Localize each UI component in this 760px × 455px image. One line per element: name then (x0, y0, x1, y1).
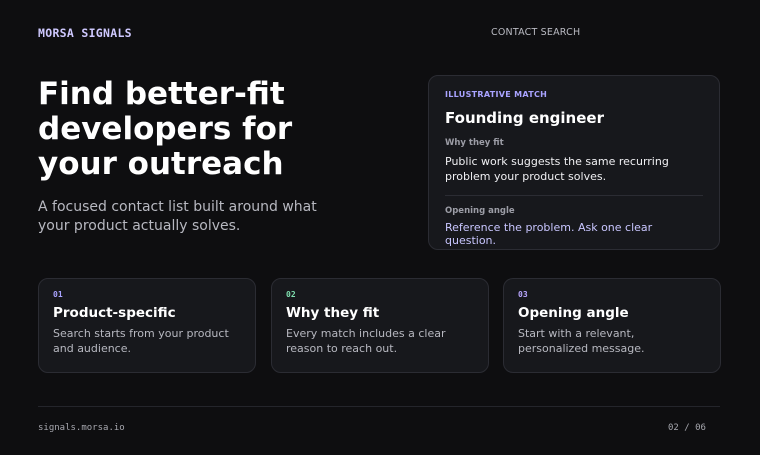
page-indicator: 02 / 06 (668, 423, 706, 433)
brand-logo[interactable]: MORSA SIGNALS (38, 26, 132, 40)
feature-title: Why they fit (286, 305, 380, 321)
feature-number: 03 (518, 290, 528, 299)
feature-text: Every match includes a clear reason to r… (286, 327, 446, 355)
feature-text: Search starts from your product and audi… (53, 327, 229, 355)
match-why-label: Why they fit (445, 138, 504, 148)
match-title: Founding engineer (445, 109, 604, 127)
hero-subtitle: A focused contact list built around what… (38, 199, 317, 234)
hero-title: Find better-fit developers for your outr… (38, 76, 293, 182)
match-angle-label: Opening angle (445, 206, 515, 216)
feature-card-why-they-fit: 02 Why they fit Every match includes a c… (271, 278, 489, 373)
feature-number: 01 (53, 290, 63, 299)
match-why-text: Public work suggests the same recurring … (445, 155, 669, 183)
feature-card-product-specific: 01 Product-specific Search starts from y… (38, 278, 256, 373)
feature-card-opening-angle: 03 Opening angle Start with a relevant, … (503, 278, 721, 373)
match-card: ILLUSTRATIVE MATCH Founding engineer Why… (428, 75, 720, 250)
footer-divider (38, 406, 720, 407)
feature-title: Product-specific (53, 305, 176, 321)
feature-text: Start with a relevant, personalized mess… (518, 327, 645, 355)
match-divider (445, 195, 703, 196)
feature-number: 02 (286, 290, 296, 299)
nav-contact-search[interactable]: CONTACT SEARCH (491, 27, 580, 38)
match-angle-text: Reference the problem. Ask one clear que… (445, 221, 653, 247)
match-eyebrow: ILLUSTRATIVE MATCH (445, 90, 548, 99)
footer-url[interactable]: signals.morsa.io (38, 423, 125, 433)
feature-title: Opening angle (518, 305, 629, 321)
